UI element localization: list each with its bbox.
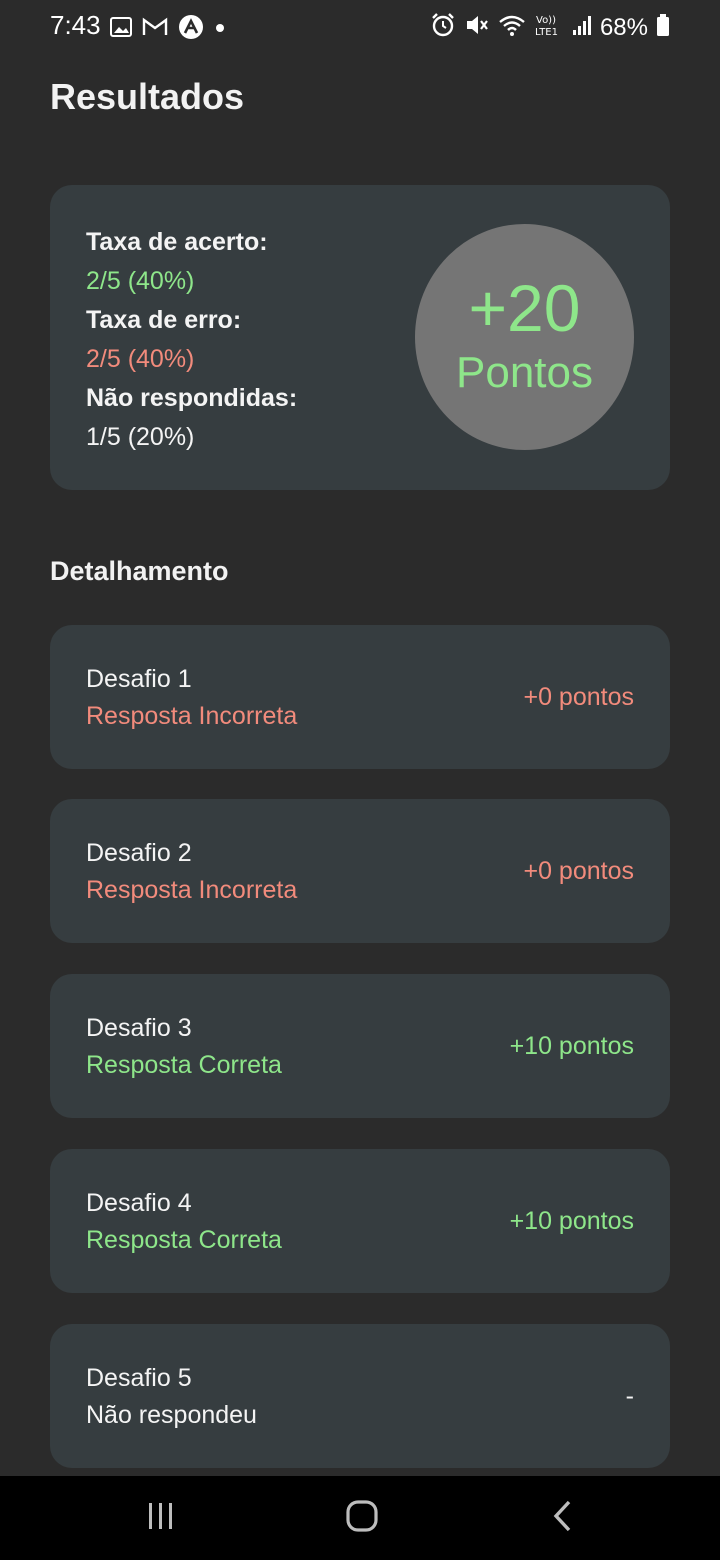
wifi-icon [498, 13, 526, 42]
error-rate-label: Taxa de erro: [86, 306, 242, 334]
error-rate-value: 2/5 (40%) [86, 345, 195, 373]
back-icon [551, 1499, 575, 1538]
status-bar: 7:43 Vo)) LTE1 68% [0, 0, 720, 54]
page-title: Resultados [50, 76, 245, 117]
challenge-name: Desafio 5 [86, 1364, 192, 1392]
challenge-status: Resposta Correta [86, 1226, 282, 1254]
section-title-details: Detalhamento [50, 556, 229, 586]
challenge-points: +10 pontos [509, 1032, 634, 1060]
mute-icon [464, 12, 490, 43]
image-icon [110, 16, 132, 43]
challenge-card-4[interactable]: Desafio 4 Resposta Correta +10 pontos [50, 1149, 670, 1293]
back-button[interactable] [538, 1496, 588, 1540]
challenge-card-3[interactable]: Desafio 3 Resposta Correta +10 pontos [50, 974, 670, 1118]
unanswered-value: 1/5 (20%) [86, 423, 195, 451]
challenge-name: Desafio 4 [86, 1189, 192, 1217]
hit-rate-value: 2/5 (40%) [86, 267, 195, 295]
score-circle: +20 Pontos [415, 224, 634, 450]
gmail-icon [142, 16, 168, 43]
challenge-card-5[interactable]: Desafio 5 Não respondeu - [50, 1324, 670, 1468]
battery-percentage: 68% [599, 13, 648, 41]
signal-icon [572, 14, 592, 41]
challenge-card-1[interactable]: Desafio 1 Resposta Incorreta +0 pontos [50, 625, 670, 769]
status-right-icons: Vo)) LTE1 68% [430, 12, 670, 43]
score-value: +20 [468, 271, 581, 345]
score-unit: Pontos [456, 348, 593, 397]
status-left-icons [110, 14, 226, 45]
recents-button[interactable] [136, 1496, 186, 1540]
challenge-points: +0 pontos [523, 857, 634, 885]
unanswered-label: Não respondidas: [86, 384, 298, 412]
challenge-card-2[interactable]: Desafio 2 Resposta Incorreta +0 pontos [50, 799, 670, 943]
home-button[interactable] [337, 1496, 387, 1540]
challenge-status: Resposta Incorreta [86, 702, 298, 730]
home-icon [345, 1499, 379, 1538]
svg-text:LTE1: LTE1 [535, 27, 558, 38]
challenge-points: +10 pontos [509, 1207, 634, 1235]
summary-stats: Taxa de acerto: 2/5 (40%) Taxa de erro: … [86, 223, 297, 457]
app-icon [178, 14, 204, 45]
volte-icon: Vo)) LTE1 [534, 12, 564, 43]
alarm-icon [430, 12, 456, 43]
challenge-points: +0 pontos [523, 683, 634, 711]
hit-rate-label: Taxa de acerto: [86, 228, 268, 256]
status-time: 7:43 [50, 10, 101, 40]
navigation-bar [0, 1476, 720, 1560]
challenge-status: Resposta Incorreta [86, 876, 298, 904]
challenge-name: Desafio 2 [86, 839, 192, 867]
challenge-status: Não respondeu [86, 1401, 257, 1429]
challenge-status: Resposta Correta [86, 1051, 282, 1079]
challenge-name: Desafio 1 [86, 665, 192, 693]
recents-icon [146, 1501, 176, 1536]
svg-text:Vo)): Vo)) [536, 15, 556, 26]
dot-icon [214, 21, 226, 39]
challenge-points: - [625, 1382, 634, 1410]
summary-card: Taxa de acerto: 2/5 (40%) Taxa de erro: … [50, 185, 670, 490]
challenge-name: Desafio 3 [86, 1014, 192, 1042]
battery-icon [656, 13, 670, 42]
